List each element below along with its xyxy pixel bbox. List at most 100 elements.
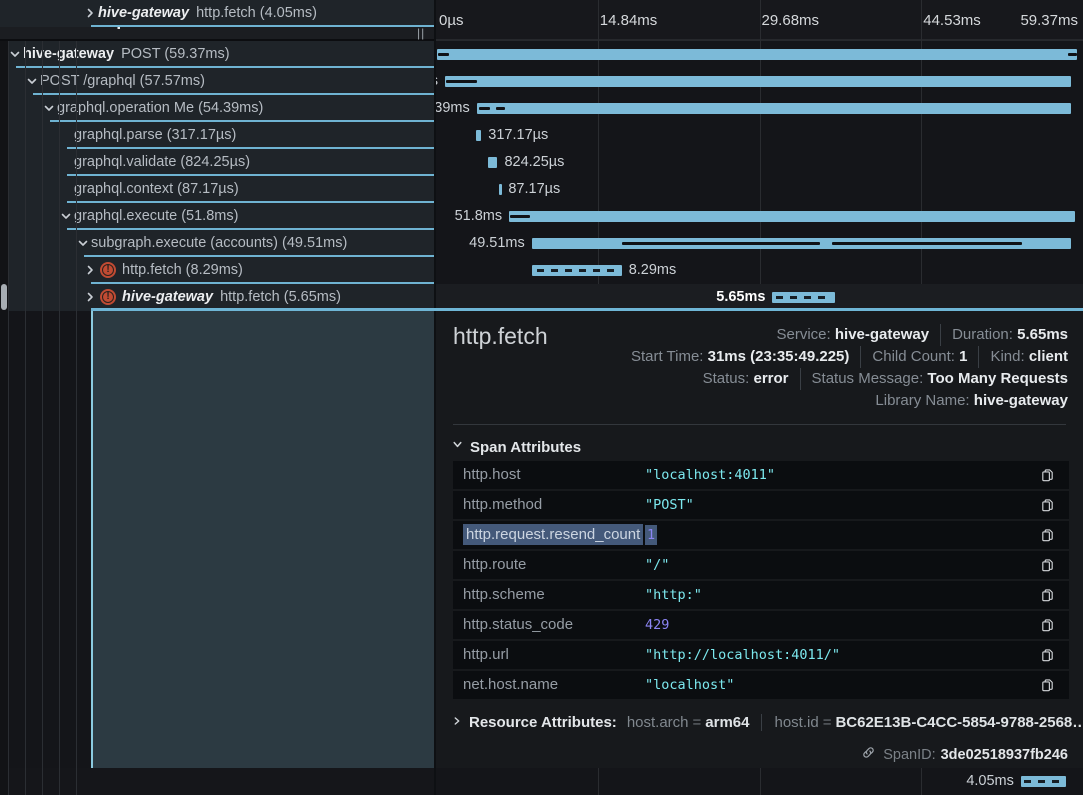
duration-label: 5.65ms xyxy=(716,284,765,311)
meta-item: Child Count: 1 xyxy=(860,346,967,368)
span-event-mark xyxy=(622,242,820,245)
chevron-right-icon[interactable] xyxy=(83,6,97,20)
chevron-right-icon[interactable] xyxy=(83,290,97,304)
meta-line: Service: hive-gatewayDuration: 5.65ms xyxy=(631,324,1068,346)
tree-row[interactable]: graphql.context (87.17µs) xyxy=(0,176,434,203)
chevron-down-icon[interactable] xyxy=(25,74,39,88)
timeline-ruler: 0µs14.84ms29.68ms44.53ms59.37ms xyxy=(436,0,1083,41)
duration-label: 51.8ms xyxy=(455,203,503,230)
attribute-key: http.scheme xyxy=(463,581,545,609)
attribute-row[interactable]: http.request.resend_count1 xyxy=(453,521,1069,551)
copy-icon[interactable] xyxy=(1040,528,1055,543)
selected-span-region[interactable] xyxy=(91,311,434,768)
meta-value: client xyxy=(1029,348,1068,365)
timeline-row[interactable]: 4.05ms xyxy=(436,768,1083,795)
resource-attributes-row[interactable]: Resource Attributes: host.arch=arm64host… xyxy=(451,714,1083,731)
meta-value: hive-gateway xyxy=(835,326,929,343)
tree-row-content: http.fetch (8.29ms) xyxy=(83,257,243,282)
span-bar[interactable] xyxy=(437,49,1077,60)
meta-label: Start Time: xyxy=(631,348,708,365)
timeline-row[interactable]: 8.29ms xyxy=(436,257,1083,284)
operation-label: graphql.operation Me (54.39ms) xyxy=(57,100,263,116)
span-bar[interactable] xyxy=(499,184,502,195)
span-bar[interactable] xyxy=(488,157,498,168)
chevron-down-icon[interactable] xyxy=(42,101,56,115)
tree-row[interactable]: http.fetch (8.29ms) xyxy=(0,257,434,284)
section-title: Span Attributes xyxy=(470,439,581,456)
attribute-row[interactable]: http.host"localhost:4011" xyxy=(453,461,1069,491)
attribute-row[interactable]: net.host.name "localhost" xyxy=(453,671,1069,701)
meta-line: Library Name: hive-gateway xyxy=(631,390,1068,412)
meta-label: Library Name: xyxy=(875,392,973,409)
attribute-value: "localhost" xyxy=(645,671,734,699)
indent-guide xyxy=(76,41,77,795)
meta-label: Duration: xyxy=(952,326,1017,343)
span-detail-panel: http.fetch Service: hive-gateway Duration… xyxy=(436,311,1083,768)
timeline-row[interactable]: 317.17µs xyxy=(436,122,1083,149)
copy-icon[interactable] xyxy=(1040,588,1055,603)
timeline-row[interactable]: 59.37ms xyxy=(436,41,1083,68)
span-bar[interactable] xyxy=(445,76,1071,87)
timeline-row[interactable]: 87.17µs xyxy=(436,176,1083,203)
copy-icon[interactable] xyxy=(1040,648,1055,663)
copy-icon[interactable] xyxy=(1040,558,1055,573)
timeline-row[interactable]: 5.65ms xyxy=(436,284,1083,311)
timeline-row[interactable]: 49.51ms xyxy=(436,230,1083,257)
tree-row[interactable]: POST /graphql (57.57ms) xyxy=(0,68,434,95)
tree-scrollbar-thumb[interactable] xyxy=(1,284,7,310)
attribute-row[interactable]: http.method"POST" xyxy=(453,491,1069,521)
tree-row[interactable]: graphql.parse (317.17µs) xyxy=(0,122,434,149)
tree-row-content: graphql.execute (51.8ms) xyxy=(59,203,238,228)
copy-icon[interactable] xyxy=(1040,678,1055,693)
copy-icon[interactable] xyxy=(1040,498,1055,513)
link-icon[interactable] xyxy=(861,745,876,764)
attribute-row[interactable]: http.scheme"http:" xyxy=(453,581,1069,611)
tree-row[interactable]: graphql.validate (824.25µs) xyxy=(0,149,434,176)
chevron-down-icon[interactable] xyxy=(59,209,73,223)
attribute-row[interactable]: http.url"http://localhost:4011/" xyxy=(453,641,1069,671)
operation-label: http.fetch (4.05ms) xyxy=(196,5,317,21)
chevron-right-icon[interactable] xyxy=(83,263,97,277)
timeline-row[interactable]: 824.25µs xyxy=(436,149,1083,176)
span-event-mark xyxy=(479,107,490,110)
chevron-down-icon[interactable] xyxy=(76,236,90,250)
span-bar[interactable] xyxy=(476,130,481,141)
copy-icon[interactable] xyxy=(1040,468,1055,483)
tree-row[interactable]: graphql.operation Me (54.39ms) xyxy=(0,95,434,122)
tree-row[interactable]: graphql.execute (51.8ms) xyxy=(0,203,434,230)
span-name-title: http.fetch xyxy=(453,323,548,350)
span-bar[interactable] xyxy=(509,211,1074,222)
tree-lower-area xyxy=(0,311,434,768)
tree-row-content: subgraph.execute (accounts) (49.51ms) xyxy=(76,230,347,255)
meta-label: Child Count: xyxy=(872,348,959,365)
duration-label: 87.17µs xyxy=(508,176,560,203)
meta-item: Start Time: 31ms (23:35:49.225) xyxy=(631,346,849,368)
meta-line: Status: errorStatus Message: Too Many Re… xyxy=(631,368,1068,390)
operation-label: http.fetch (8.29ms) xyxy=(122,262,243,278)
tree-row[interactable]: hive-gatewayhttp.fetch (5.65ms) xyxy=(0,284,434,311)
meta-line: Start Time: 31ms (23:35:49.225) Child Cou… xyxy=(631,346,1068,368)
tree-row[interactable]: subgraph.execute (accounts) (49.51ms) xyxy=(0,230,434,257)
attribute-key: net.host.name xyxy=(463,671,558,699)
tree-row-bottom[interactable]: hive-gatewayhttp.fetch (4.05ms) xyxy=(0,0,434,27)
span-bar[interactable] xyxy=(477,103,1071,114)
meta-value: error xyxy=(753,370,788,387)
attribute-row[interactable]: http.route"/" xyxy=(453,551,1069,581)
attribute-row[interactable]: http.status_code429 xyxy=(453,611,1069,641)
chevron-down-icon[interactable] xyxy=(8,47,22,61)
timeline-row[interactable]: 57.57ms xyxy=(436,68,1083,95)
span-attributes-section-header[interactable]: Span Attributes xyxy=(451,438,581,456)
indent-guide xyxy=(59,41,60,795)
attribute-key: http.host xyxy=(463,461,521,489)
meta-value: hive-gateway xyxy=(974,392,1068,409)
timeline-row[interactable]: 54.39ms xyxy=(436,95,1083,122)
tree-row-content: graphql.context (87.17µs) xyxy=(59,176,239,201)
tree-row[interactable]: hive-gatewayPOST (59.37ms) xyxy=(0,41,434,68)
meta-label: Service: xyxy=(777,326,835,343)
timeline-row[interactable]: 51.8ms xyxy=(436,203,1083,230)
indent-guide xyxy=(25,41,26,795)
copy-icon[interactable] xyxy=(1040,618,1055,633)
panel-resize-handle[interactable]: || xyxy=(417,26,425,40)
meta-label: Status Message: xyxy=(812,370,928,387)
panel-divider[interactable] xyxy=(434,0,436,795)
